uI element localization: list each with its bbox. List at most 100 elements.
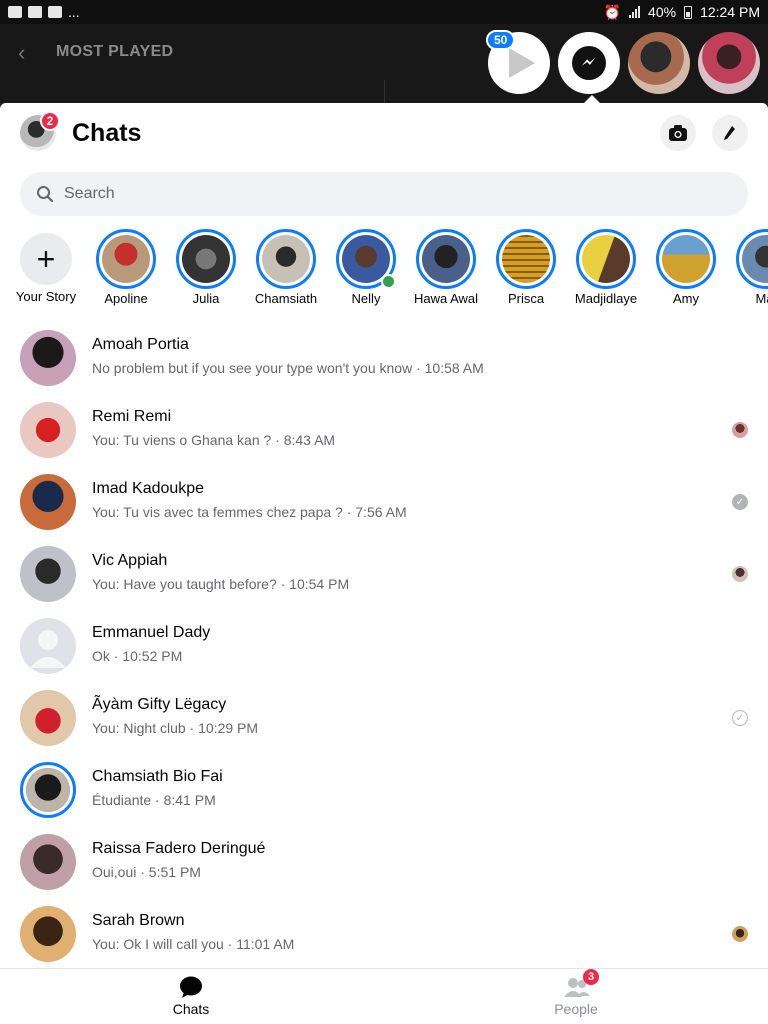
story-ring [256, 229, 316, 289]
chat-name: Chamsiath Bio Fai [92, 768, 223, 785]
plus-icon: + [20, 233, 72, 285]
messenger-chat-head[interactable] [558, 32, 620, 94]
story-avatar [182, 235, 230, 283]
sent-check-icon: ✓ [732, 710, 748, 726]
chat-name: Ãyàm Gifty Lëgacy [92, 696, 227, 713]
chat-avatar [20, 690, 76, 746]
chat-row[interactable]: Sarah Brown You: Ok I will call you · 11… [0, 898, 768, 970]
story-name: Amy [673, 291, 699, 306]
story-item[interactable]: Hawa Awal [406, 229, 486, 306]
tab-label: Chats [172, 1001, 210, 1017]
tab-chats[interactable]: Chats [141, 975, 241, 1017]
gmail-icon [8, 6, 22, 18]
messenger-icon [572, 46, 606, 80]
story-ring [736, 229, 768, 289]
seen-avatar [732, 926, 748, 942]
divider [384, 80, 385, 104]
page-title: Chats [72, 119, 142, 147]
tab-label: People [554, 1001, 598, 1017]
chat-name: Emmanuel Dady [92, 624, 211, 641]
chat-avatar [20, 906, 76, 962]
story-item[interactable]: Nelly [326, 229, 406, 306]
chat-preview: Oui,oui · 5:51 PM [92, 864, 201, 880]
compose-button[interactable] [712, 115, 748, 151]
story-item[interactable]: Madjidlaye [566, 229, 646, 306]
messenger-sheet: 2 Chats + Your Story Apoline Julia Chams… [0, 103, 768, 1024]
chat-row[interactable]: Raissa Fadero Deringué Oui,oui · 5:51 PM [0, 826, 768, 898]
default-avatar-icon [30, 630, 66, 668]
clock: 12:24 PM [700, 4, 760, 20]
story-name: Prisca [507, 291, 545, 306]
contact-chat-head-2[interactable] [698, 32, 760, 94]
more-notifications: ... [68, 4, 80, 20]
system-status: ⏰ 40% 12:24 PM [604, 4, 760, 21]
chat-preview: No problem but if you see your type won'… [92, 360, 484, 376]
chat-avatar [20, 834, 76, 890]
media-chat-head[interactable]: 50 [486, 30, 550, 94]
story-item[interactable]: Apoline [86, 229, 166, 306]
story-avatar [102, 235, 150, 283]
chat-row[interactable]: Amoah Portia No problem but if you see y… [0, 322, 768, 394]
chat-row[interactable]: Chamsiath Bio Fai Étudiante · 8:41 PM [0, 754, 768, 826]
chat-name: Amoah Portia [92, 336, 189, 353]
story-item[interactable]: Prisca [486, 229, 566, 306]
chat-preview: You: Ok I will call you · 11:01 AM [92, 936, 295, 952]
contact-chat-head[interactable] [628, 32, 690, 94]
battery-icon [684, 5, 693, 19]
background-app-title: MOST PLAYED [56, 43, 174, 60]
search-input[interactable] [64, 185, 664, 203]
camera-icon [669, 125, 687, 141]
youtube-icon-2 [48, 6, 62, 18]
online-indicator [381, 274, 396, 289]
chat-avatar [20, 762, 76, 818]
story-avatar [582, 235, 630, 283]
delivered-check-icon: ✓ [732, 494, 748, 510]
chat-avatar [20, 402, 76, 458]
chat-avatar [20, 546, 76, 602]
chat-row[interactable]: Emmanuel Dady Ok · 10:52 PM [0, 610, 768, 682]
notification-icons: ... [8, 4, 80, 20]
tab-people[interactable]: 3 People [526, 969, 626, 1017]
chat-row[interactable]: Imad Kadoukpe You: Tu vis avec ta femmes… [0, 466, 768, 538]
chat-name: Raissa Fadero Deringué [92, 840, 266, 857]
story-name: Chamsiath [254, 291, 318, 306]
chat-name: Sarah Brown [92, 912, 185, 929]
camera-button[interactable] [660, 115, 696, 151]
chat-row[interactable]: Vic Appiah You: Have you taught before? … [0, 538, 768, 610]
seen-avatar [732, 422, 748, 438]
chat-bubble-icon [178, 975, 204, 999]
story-avatar [502, 235, 550, 283]
story-item[interactable]: Julia [166, 229, 246, 306]
search-bar[interactable] [20, 172, 748, 216]
story-name: Madjidlaye [574, 291, 638, 306]
play-icon [509, 48, 535, 78]
bottom-nav: Chats 3 People [0, 968, 768, 1024]
chat-avatar [20, 474, 76, 530]
chat-preview: You: Have you taught before? · 10:54 PM [92, 576, 350, 592]
story-ring [656, 229, 716, 289]
chat-preview: You: Tu vis avec ta femmes chez papa ? ·… [92, 504, 407, 520]
story-ring [176, 229, 236, 289]
pencil-icon [724, 126, 735, 140]
story-avatar [662, 235, 710, 283]
chat-avatar [20, 330, 76, 386]
chat-row[interactable]: Remi Remi You: Tu viens o Ghana kan ? · … [0, 394, 768, 466]
story-avatar [422, 235, 470, 283]
chat-preview: You: Tu viens o Ghana kan ? · 8:43 AM [92, 432, 336, 448]
story-avatar [742, 235, 768, 283]
chat-preview: You: Night club · 10:29 PM [92, 720, 259, 736]
alarm-icon: ⏰ [603, 3, 622, 20]
chat-name: Vic Appiah [92, 552, 168, 569]
story-name: Mal [755, 291, 768, 306]
chat-preview: Étudiante · 8:41 PM [92, 792, 216, 808]
story-avatar [262, 235, 310, 283]
story-item[interactable]: Chamsiath [246, 229, 326, 306]
story-add[interactable]: + Your Story [6, 229, 86, 304]
story-name: Your Story [15, 289, 77, 304]
chat-row[interactable]: Ãyàm Gifty Lëgacy You: Night club · 10:2… [0, 682, 768, 754]
battery-level: 40% [648, 4, 677, 20]
story-item[interactable]: Amy [646, 229, 726, 306]
story-item[interactable]: Mal [726, 229, 768, 306]
story-ring [336, 229, 396, 289]
story-ring [96, 229, 156, 289]
